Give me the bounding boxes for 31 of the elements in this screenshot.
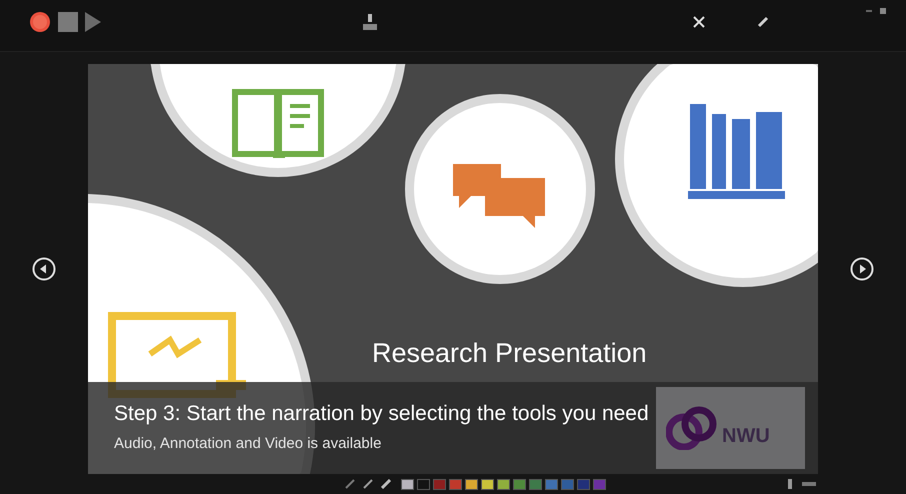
color-swatch[interactable] [545, 478, 558, 490]
slide-title: Research Presentation [372, 338, 647, 369]
thickness-icon[interactable] [802, 480, 816, 488]
logo-text: NWU [722, 424, 770, 448]
next-slide-button[interactable] [850, 257, 874, 281]
color-swatch[interactable] [433, 478, 446, 490]
color-swatch[interactable] [561, 478, 574, 490]
book-icon [232, 89, 324, 158]
caption-subtext: Audio, Annotation and Video is available [114, 435, 382, 452]
highlighter-icon[interactable] [381, 479, 391, 489]
color-swatch[interactable] [401, 478, 414, 490]
color-swatch[interactable] [449, 478, 462, 490]
color-swatch[interactable] [513, 478, 526, 490]
record-button[interactable] [29, 10, 51, 32]
color-swatch[interactable] [417, 478, 430, 490]
caption-heading: Step 3: Start the narration by selecting the tools you need [114, 402, 649, 426]
color-swatch[interactable] [481, 478, 494, 490]
color-swatch[interactable] [529, 478, 542, 490]
play-button[interactable] [85, 12, 101, 32]
stop-button[interactable] [58, 12, 78, 32]
color-swatch[interactable] [593, 478, 606, 490]
color-swatch[interactable] [465, 478, 478, 490]
color-swatch[interactable] [577, 478, 590, 490]
logo-icon [666, 406, 718, 450]
color-swatch[interactable] [497, 478, 510, 490]
eraser-icon[interactable] [786, 479, 794, 489]
pen-icon[interactable] [757, 16, 769, 28]
bookshelf-icon [688, 104, 785, 199]
chat-icon [453, 164, 545, 228]
close-icon[interactable] [693, 16, 705, 28]
previous-slide-button[interactable] [32, 257, 56, 281]
